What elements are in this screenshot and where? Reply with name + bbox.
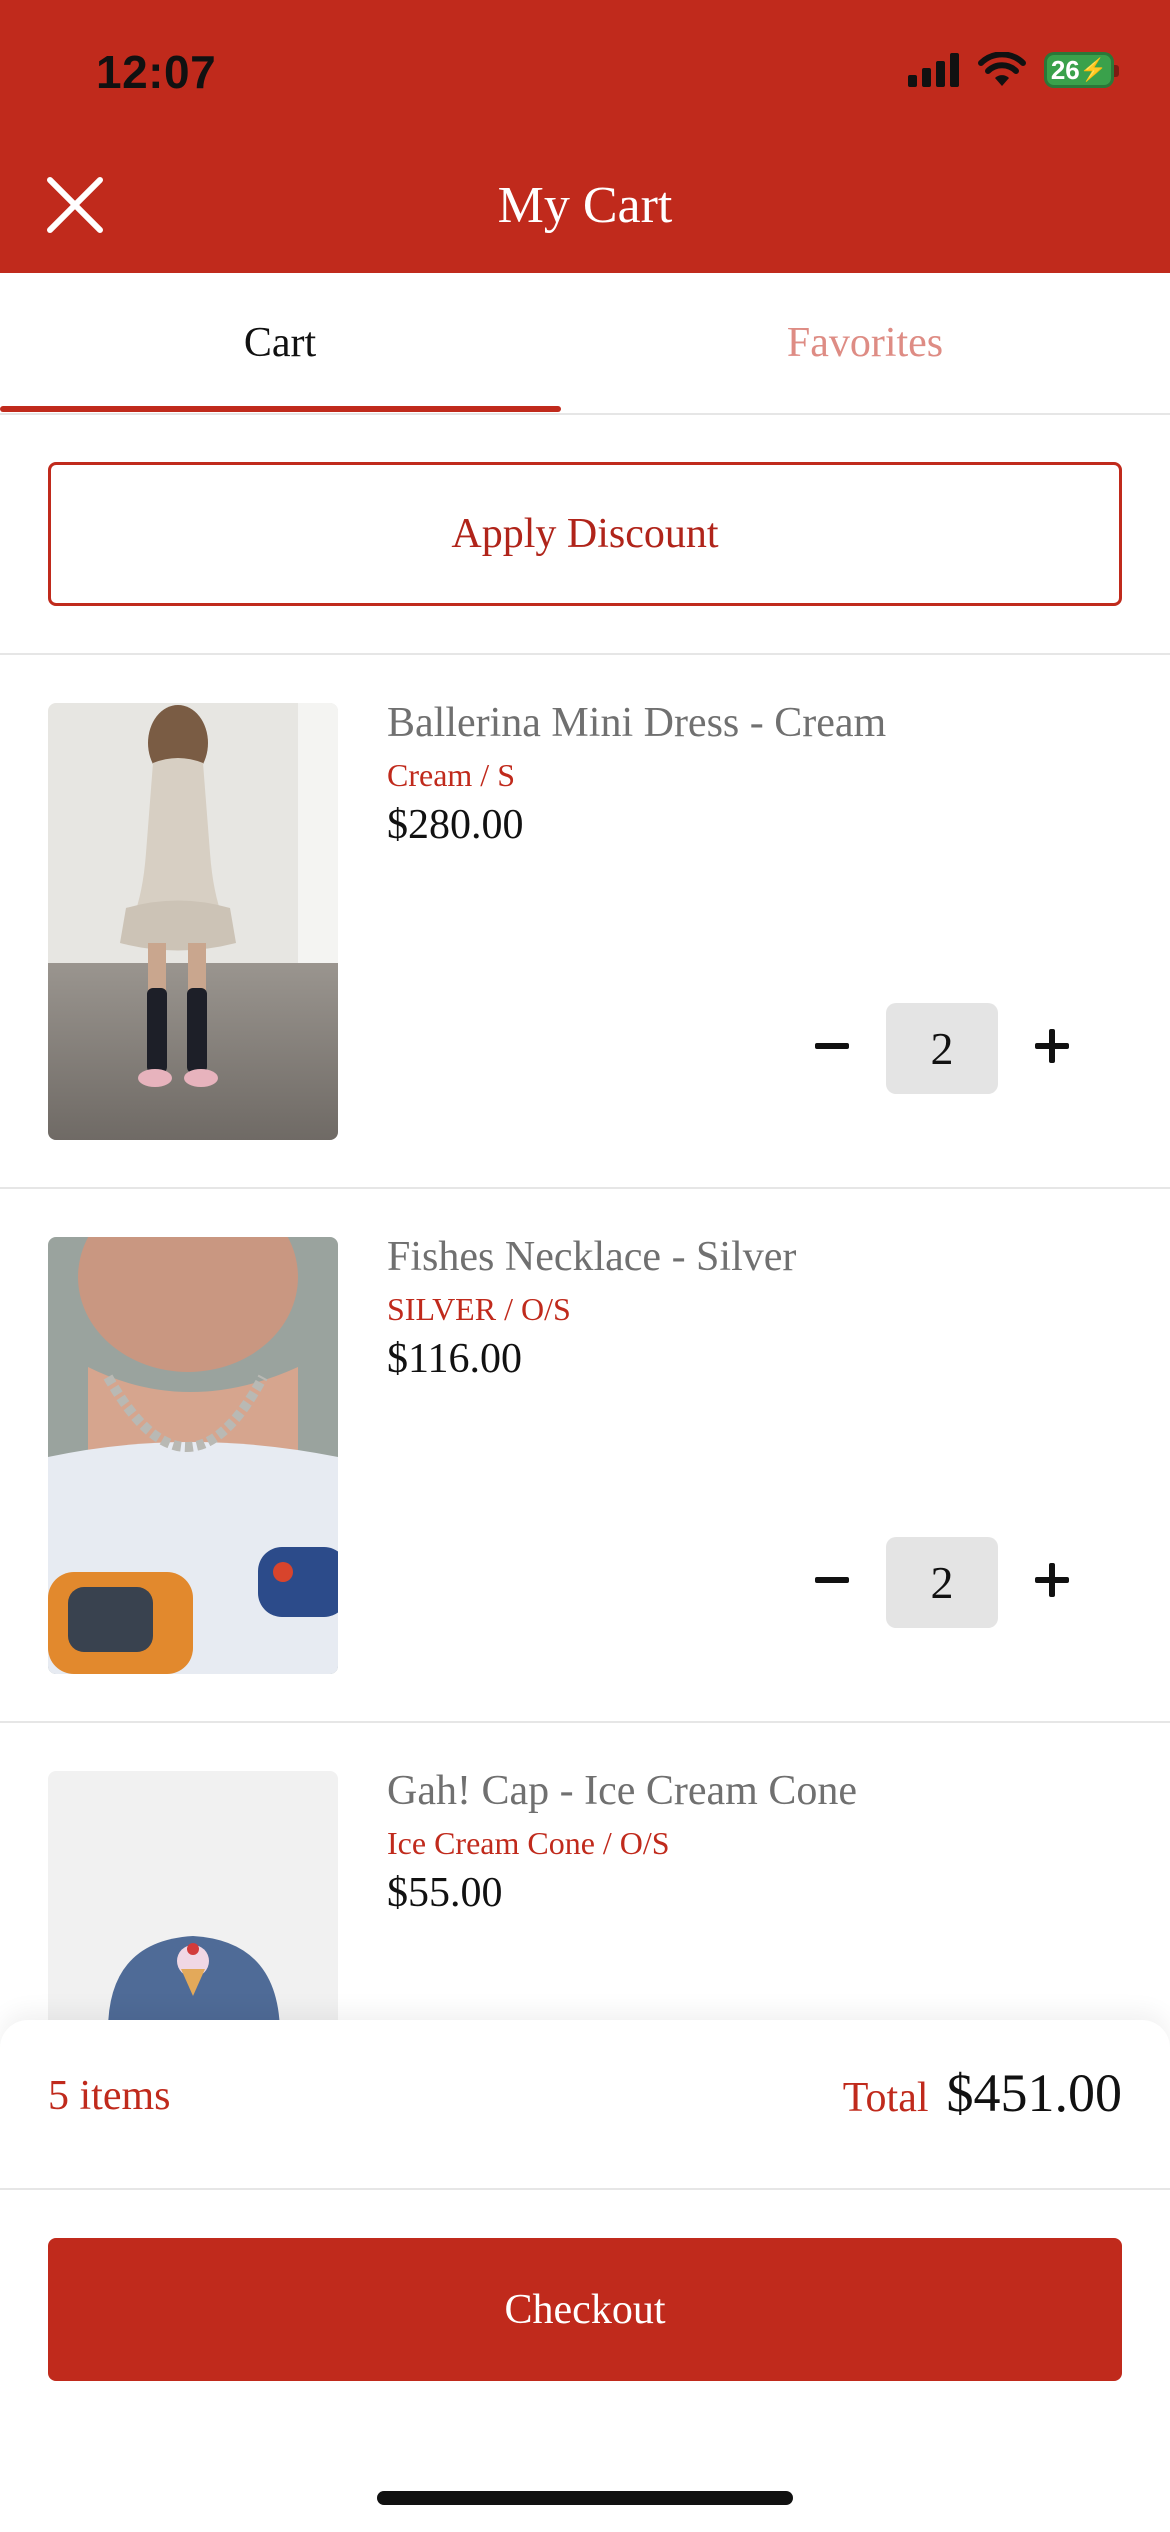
cart-item: Ballerina Mini Dress - Cream Cream / S $…	[0, 655, 1170, 1187]
decrease-quantity-button[interactable]	[806, 1020, 858, 1072]
items-count: 5 items	[48, 2073, 171, 2119]
product-price: $280.00	[387, 802, 524, 848]
divider	[0, 2188, 1170, 2190]
total-label: Total	[842, 2075, 929, 2121]
page-title: My Cart	[497, 177, 673, 234]
product-variant: Cream / S	[387, 757, 515, 793]
checkout-button[interactable]: Checkout	[48, 2238, 1122, 2381]
product-price: $55.00	[387, 1870, 503, 1916]
minus-icon	[815, 1043, 849, 1049]
battery-icon: 26 ⚡	[1044, 52, 1119, 88]
active-tab-indicator	[0, 406, 561, 412]
total-value: $451.00	[946, 2063, 1123, 2123]
tab-favorites[interactable]: Favorites	[560, 273, 1170, 413]
cart-item: Fishes Necklace - Silver SILVER / O/S $1…	[0, 1189, 1170, 1721]
header-bar: 12:07 26 ⚡ My Cart	[0, 0, 1170, 273]
product-image-dress[interactable]	[48, 703, 338, 1140]
cart-summary-panel: 5 items Total $451.00 Checkout	[0, 2020, 1170, 2532]
battery-level: 26	[1050, 54, 1080, 85]
product-image-necklace[interactable]	[48, 1237, 338, 1674]
total: Total $451.00	[843, 2062, 1122, 2124]
tab-cart[interactable]: Cart	[0, 273, 560, 413]
minus-icon	[815, 1577, 849, 1583]
status-icons: 26 ⚡	[908, 52, 1119, 88]
product-name[interactable]: Fishes Necklace - Silver	[387, 1233, 796, 1281]
status-time: 12:07	[96, 46, 217, 98]
product-name[interactable]: Gah! Cap - Ice Cream Cone	[387, 1767, 857, 1815]
quantity-value: 2	[886, 1537, 998, 1628]
product-variant: SILVER / O/S	[387, 1291, 571, 1327]
product-price: $116.00	[387, 1336, 522, 1382]
increase-quantity-button[interactable]	[1026, 1554, 1078, 1606]
wifi-icon	[978, 52, 1026, 86]
tab-bar: Cart Favorites	[0, 273, 1170, 415]
product-variant: Ice Cream Cone / O/S	[387, 1825, 670, 1861]
increase-quantity-button[interactable]	[1026, 1020, 1078, 1072]
home-indicator	[377, 2491, 793, 2505]
product-name[interactable]: Ballerina Mini Dress - Cream	[387, 699, 886, 747]
signal-icon	[908, 53, 959, 87]
quantity-value: 2	[886, 1003, 998, 1094]
apply-discount-button[interactable]: Apply Discount	[48, 462, 1122, 606]
decrease-quantity-button[interactable]	[806, 1554, 858, 1606]
